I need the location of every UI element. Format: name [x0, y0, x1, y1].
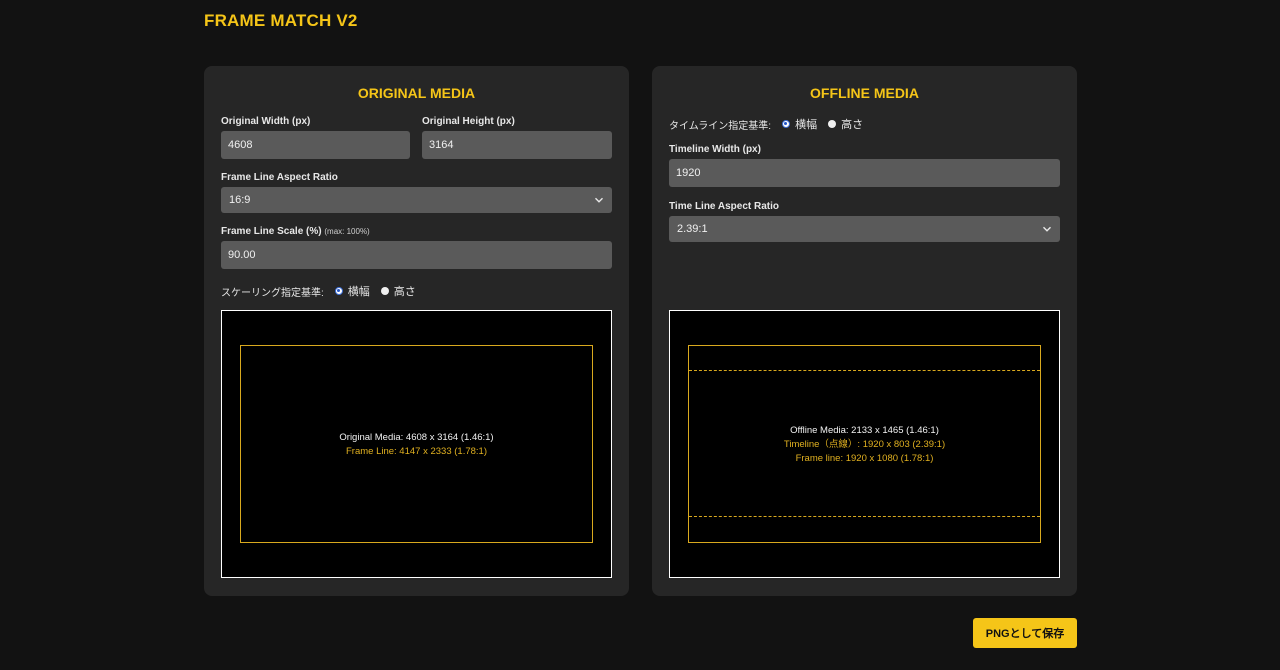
timeline-basis-width-label: 横幅: [795, 119, 818, 131]
original-height-input[interactable]: 3164: [422, 131, 612, 159]
app-title: FRAME MATCH V2: [204, 11, 358, 30]
radio-checked-icon[interactable]: [334, 287, 343, 295]
frame-line-scale-hint: (max: 100%): [324, 227, 370, 236]
original-frame-line-dimensions-text: Frame Line: 4147 x 2333 (1.78:1): [345, 446, 487, 457]
offline-media-title: OFFLINE MEDIA: [810, 85, 919, 101]
original-media-title: ORIGINAL MEDIA: [357, 85, 476, 101]
timeline-basis-label: タイムライン指定基準:: [669, 120, 772, 132]
original-width-input[interactable]: 4608: [221, 131, 410, 159]
radio-checked-icon[interactable]: [782, 120, 791, 128]
scaling-basis-height-label: 高さ: [393, 286, 416, 298]
original-height-label: Original Height (px): [422, 116, 515, 127]
scaling-basis-width-label: 横幅: [347, 286, 370, 298]
save-png-button[interactable]: PNGとして保存: [973, 618, 1077, 648]
timeline-basis-width-option[interactable]: 横幅: [782, 116, 817, 132]
offline-preview-canvas: Offline Media: 2133 x 1465 (1.46:1) Time…: [669, 310, 1060, 578]
frame-line-scale-label: Frame Line Scale (%) (max: 100%): [221, 226, 370, 237]
radio-unchecked-icon[interactable]: [380, 287, 389, 295]
timeline-basis-radio-group: タイムライン指定基準: 横幅 高さ: [669, 116, 874, 132]
scaling-basis-width-option[interactable]: 横幅: [334, 283, 370, 299]
frame-line-aspect-label: Frame Line Aspect Ratio: [221, 172, 338, 183]
frame-line-aspect-value: 16:9: [229, 194, 251, 206]
original-width-label: Original Width (px): [221, 116, 311, 127]
chevron-down-icon: [595, 197, 603, 203]
frame-line-scale-input[interactable]: 90.00: [221, 241, 612, 269]
timeline-basis-height-option[interactable]: 高さ: [828, 116, 863, 132]
offline-media-dimensions-text: Offline Media: 2133 x 1465 (1.46:1): [790, 425, 939, 436]
scaling-basis-radio-group: スケーリング指定基準: 横幅 高さ: [221, 283, 427, 299]
radio-unchecked-icon[interactable]: [828, 120, 837, 128]
original-media-dimensions-text: Original Media: 4608 x 3164 (1.46:1): [339, 432, 494, 443]
frame-line-scale-label-text: Frame Line Scale (%): [221, 226, 322, 237]
timeline-width-input[interactable]: 1920: [669, 159, 1060, 187]
original-preview-canvas: Original Media: 4608 x 3164 (1.46:1) Fra…: [221, 310, 612, 578]
scaling-basis-label: スケーリング指定基準:: [221, 287, 324, 299]
timeline-bottom-dashed-line: [689, 516, 1040, 517]
chevron-down-icon: [1043, 226, 1051, 232]
offline-frame-line-dimensions-text: Frame line: 1920 x 1080 (1.78:1): [795, 453, 934, 464]
timeline-basis-height-label: 高さ: [841, 119, 864, 131]
timeline-width-label: Timeline Width (px): [669, 144, 761, 155]
timeline-aspect-value: 2.39:1: [677, 223, 708, 235]
offline-media-panel: OFFLINE MEDIA タイムライン指定基準: 横幅 高さ Timeline…: [652, 66, 1077, 596]
frame-line-aspect-select[interactable]: 16:9: [221, 187, 612, 213]
original-media-panel: ORIGINAL MEDIA Original Width (px) 4608 …: [204, 66, 629, 596]
offline-timeline-dimensions-text: Timeline（点線）: 1920 x 803 (2.39:1): [783, 439, 946, 450]
scaling-basis-height-option[interactable]: 高さ: [380, 283, 416, 299]
timeline-top-dashed-line: [689, 370, 1040, 371]
timeline-aspect-label: Time Line Aspect Ratio: [669, 201, 780, 212]
timeline-aspect-select[interactable]: 2.39:1: [669, 216, 1060, 242]
